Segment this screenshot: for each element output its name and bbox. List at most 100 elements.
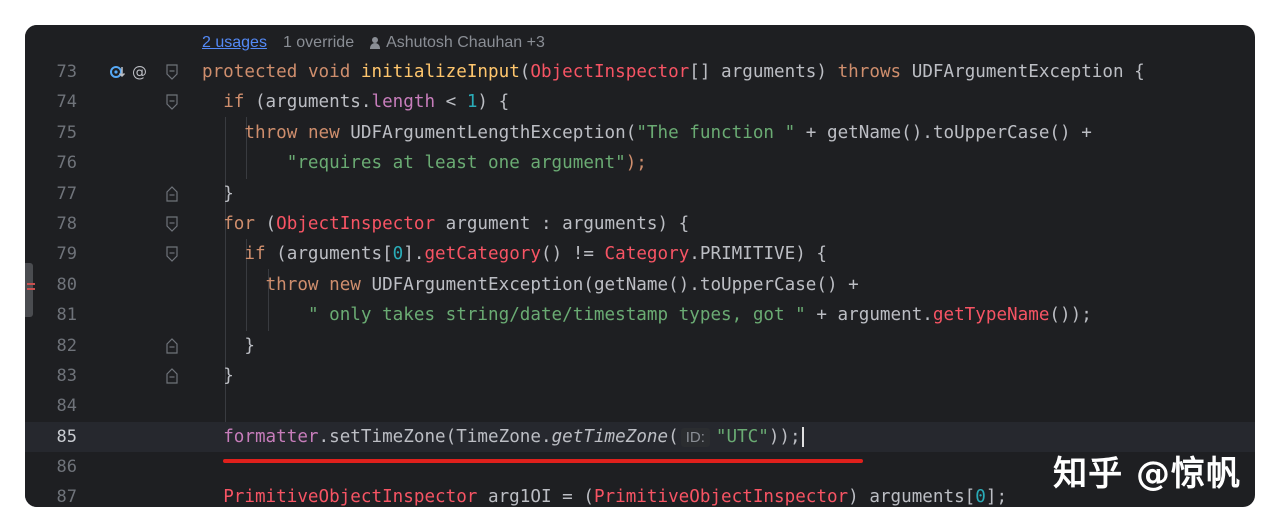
line-number: 75 bbox=[56, 122, 77, 143]
code-line-84[interactable]: 84 bbox=[25, 391, 1255, 421]
code-line-78[interactable]: 78 for (ObjectInspector argument : argum… bbox=[25, 209, 1255, 239]
line-number: 81 bbox=[56, 305, 77, 326]
token-text: .setTimeZone(TimeZone. bbox=[318, 426, 552, 447]
fold-toggle-icon[interactable] bbox=[166, 246, 178, 263]
token-text: < bbox=[435, 92, 467, 113]
code-text: throw new UDFArgumentException(getName()… bbox=[202, 270, 859, 300]
token-text: ( bbox=[254, 213, 277, 234]
line-number: 84 bbox=[56, 396, 77, 417]
svg-text:@: @ bbox=[132, 63, 147, 81]
annotation-icon[interactable]: @ bbox=[131, 63, 149, 81]
token-punct: ( bbox=[519, 62, 531, 82]
token-text: ) arguments[ bbox=[848, 487, 976, 507]
token-punct: ); bbox=[625, 153, 647, 174]
code-text: " only takes string/date/timestamp types… bbox=[202, 300, 1092, 330]
red-annotation-underline bbox=[223, 459, 863, 463]
token-field: formatter bbox=[223, 426, 319, 447]
line-number: 78 bbox=[56, 213, 77, 234]
token-punct: } bbox=[244, 335, 255, 356]
code-line-73[interactable]: 73 @ protected void initializeInput(Obje… bbox=[25, 57, 1255, 87]
token-text: argument : arguments) { bbox=[435, 213, 690, 234]
token-text: () != bbox=[540, 244, 605, 265]
fold-toggle-icon[interactable] bbox=[166, 216, 178, 232]
fold-end-icon[interactable] bbox=[166, 337, 178, 354]
fold-toggle-icon[interactable] bbox=[166, 64, 178, 80]
code-text: protected void initializeInput(ObjectIns… bbox=[202, 57, 1145, 87]
token-keyword: new bbox=[307, 122, 340, 143]
token-type: PrimitiveObjectInspector bbox=[593, 487, 849, 507]
token-type: PrimitiveObjectInspector bbox=[223, 487, 478, 507]
token-keyword: if bbox=[223, 92, 245, 113]
token-keyword: throws bbox=[837, 62, 902, 82]
code-line-80[interactable]: 80 throw new UDFArgumentException(getNam… bbox=[25, 270, 1255, 300]
token-keyword: protected bbox=[202, 62, 298, 82]
token-keyword: throw bbox=[265, 274, 319, 295]
token-punct: } bbox=[223, 183, 234, 204]
token-method-name: initializeInput bbox=[360, 62, 520, 82]
line-number: 79 bbox=[56, 244, 77, 265]
text-caret bbox=[801, 426, 804, 447]
token-punct: } bbox=[223, 365, 234, 386]
token-text: [] arguments) bbox=[689, 62, 838, 82]
line-number: 80 bbox=[56, 274, 77, 295]
token-string: " only takes string/date/timestamp types… bbox=[307, 305, 806, 326]
code-text: "requires at least one argument"); bbox=[202, 148, 647, 178]
token-punct: ( bbox=[668, 426, 679, 447]
code-text: } bbox=[202, 331, 255, 361]
code-line-76[interactable]: 76 "requires at least one argument"); bbox=[25, 148, 1255, 178]
token-text: UDFArgumentException { bbox=[901, 62, 1145, 82]
override-hint[interactable]: 1 override bbox=[283, 34, 354, 52]
code-line-77[interactable]: 77 } bbox=[25, 179, 1255, 209]
token-number: 1 bbox=[466, 92, 478, 113]
token-text: ()); bbox=[1049, 305, 1092, 326]
token-keyword: throw bbox=[244, 122, 298, 143]
token-type: ObjectInspector bbox=[530, 62, 690, 82]
gutter-icons: @ bbox=[109, 61, 149, 83]
fold-toggle-icon[interactable] bbox=[166, 94, 178, 111]
implemented-icon[interactable] bbox=[109, 63, 127, 81]
code-text[interactable]: formatter.setTimeZone(TimeZone.getTimeZo… bbox=[202, 422, 804, 453]
author-name: Ashutosh Chauhan +3 bbox=[386, 34, 545, 51]
line-number: 74 bbox=[56, 92, 77, 113]
token-static-method: getTimeZone bbox=[551, 426, 669, 447]
token-text: ]; bbox=[985, 487, 1008, 507]
token-number: 0 bbox=[392, 244, 404, 265]
author-hint[interactable]: Ashutosh Chauhan +3 bbox=[370, 34, 545, 52]
usages-link[interactable]: 2 usages bbox=[202, 34, 267, 52]
fold-end-icon[interactable] bbox=[166, 185, 178, 202]
code-text: PrimitiveObjectInspector arg1OI = (Primi… bbox=[202, 482, 1007, 507]
code-text: if (arguments[0].getCategory() != Catego… bbox=[202, 239, 827, 269]
line-number: 86 bbox=[56, 457, 77, 478]
token-method: getCategory bbox=[424, 244, 541, 265]
code-text: if (arguments.length < 1) { bbox=[202, 87, 509, 117]
token-keyword: if bbox=[244, 244, 266, 265]
code-line-83[interactable]: 83 } bbox=[25, 361, 1255, 391]
token-string: "UTC" bbox=[715, 426, 769, 447]
code-editor[interactable]: 2 usages 1 override Ashutosh Chauhan +3 … bbox=[25, 25, 1255, 507]
token-text: + argument. bbox=[805, 305, 933, 326]
code-vision-hints: 2 usages 1 override Ashutosh Chauhan +3 bbox=[202, 31, 545, 55]
line-number: 83 bbox=[56, 365, 77, 386]
line-number: 73 bbox=[56, 62, 77, 82]
fold-end-icon[interactable] bbox=[166, 368, 178, 384]
code-line-74[interactable]: 74 if (arguments.length < 1) { bbox=[25, 87, 1255, 117]
token-method: getTypeName bbox=[932, 305, 1050, 326]
token-type: Category bbox=[604, 244, 690, 265]
code-lines: 73 @ protected void initializeInput(Obje… bbox=[25, 57, 1255, 507]
token-keyword: void bbox=[307, 62, 351, 82]
code-text: } bbox=[202, 179, 234, 209]
code-text: } bbox=[202, 361, 234, 391]
code-line-75[interactable]: 75 throw new UDFArgumentLengthException(… bbox=[25, 118, 1255, 148]
token-text: (arguments. bbox=[244, 92, 372, 113]
token-keyword: new bbox=[329, 274, 361, 295]
code-line-82[interactable]: 82 } bbox=[25, 331, 1255, 361]
code-text: throw new UDFArgumentLengthException("Th… bbox=[202, 118, 1091, 148]
watermark: 知乎 @惊帆 bbox=[1053, 454, 1241, 494]
code-line-81[interactable]: 81 " only takes string/date/timestamp ty… bbox=[25, 300, 1255, 330]
parameter-name-hint: ID: bbox=[680, 427, 710, 447]
code-line-79[interactable]: 79 if (arguments[0].getCategory() != Cat… bbox=[25, 239, 1255, 269]
token-text: arg1OI = ( bbox=[477, 487, 594, 507]
token-number: 0 bbox=[975, 487, 986, 507]
token-text: ) { bbox=[477, 92, 510, 113]
token-text: ]. bbox=[403, 244, 425, 265]
